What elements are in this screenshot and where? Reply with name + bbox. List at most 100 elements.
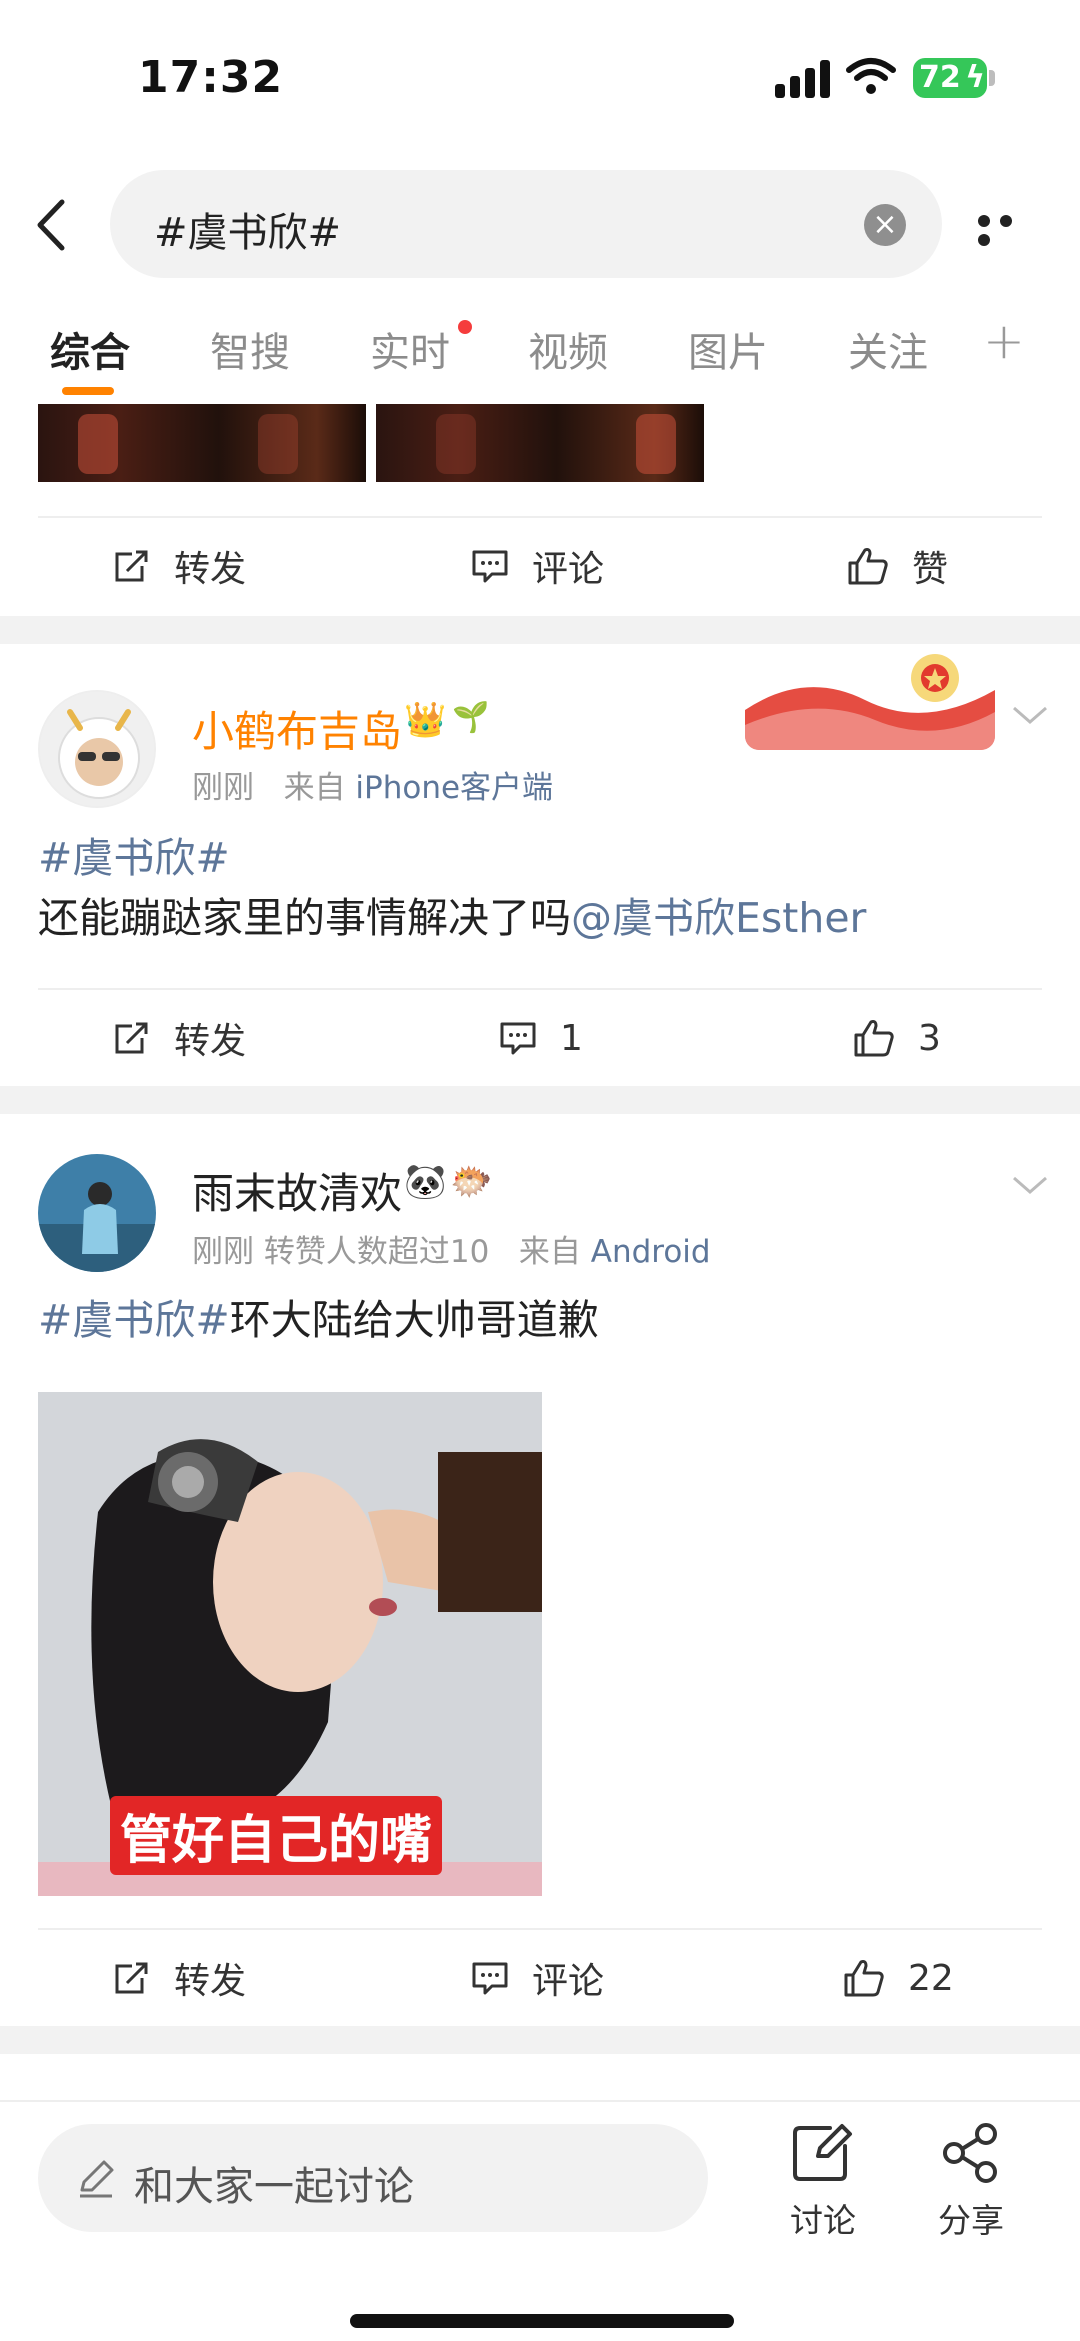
comment-icon	[472, 1962, 508, 1995]
post-card: 雨末故清欢 🐼 🐡 刚刚 转赞人数超过10 来自 Android #虞书欣#环大…	[0, 1114, 1080, 2026]
like-button[interactable]: 22	[842, 1930, 954, 2026]
flag-decoration-icon	[745, 650, 995, 750]
search-query: #虞书欣#	[154, 210, 342, 256]
share-label: 分享	[938, 2201, 1004, 2240]
discussion-input[interactable]: 和大家一起讨论	[38, 2124, 708, 2232]
bottom-bar: 和大家一起讨论 讨论 分享	[0, 2100, 1080, 2341]
more-options-icon[interactable]	[978, 212, 1042, 246]
tab-images[interactable]: 图片	[688, 320, 768, 378]
tab-video[interactable]: 视频	[528, 320, 608, 378]
close-circle-icon[interactable]: ×	[864, 204, 906, 246]
avatar[interactable]	[38, 690, 156, 808]
repost-label: 转发	[174, 1961, 247, 2002]
post-image[interactable]: 管好自己的嘴	[38, 1392, 542, 1896]
post-username[interactable]: 小鹤布吉岛	[192, 698, 402, 759]
home-indicator	[350, 2314, 734, 2328]
avatar[interactable]	[38, 1154, 156, 1272]
repost-label: 转发	[174, 549, 247, 590]
repost-button[interactable]: 转发	[112, 990, 246, 1086]
thumbs-up-icon	[844, 1960, 884, 1997]
chevron-down-icon[interactable]	[1010, 704, 1050, 728]
charging-icon: ϟ	[965, 60, 985, 95]
post-source: iPhone客户端	[355, 770, 554, 806]
topic-link[interactable]: #虞书欣#	[38, 1296, 230, 1344]
post-text: 还能蹦跶家里的事情解决了吗	[38, 894, 571, 942]
repost-icon	[115, 1962, 148, 1994]
thumbs-up-icon	[848, 548, 888, 585]
post-image-thumb[interactable]	[38, 404, 366, 482]
tab-smart-search[interactable]: 智搜	[210, 320, 290, 378]
decoration-banner	[745, 650, 995, 750]
comment-button[interactable]: 评论	[470, 1930, 604, 2026]
battery-level: 72	[919, 60, 961, 95]
post-body: #虞书欣# 还能蹦跶家里的事情解决了吗@虞书欣Esther	[38, 828, 866, 948]
tab-comprehensive[interactable]: 综合	[50, 320, 130, 378]
post-image-thumb[interactable]	[376, 404, 704, 482]
source-prefix: 来自	[518, 1234, 581, 1270]
repost-icon	[115, 550, 148, 582]
post-username[interactable]: 雨末故清欢	[192, 1160, 402, 1221]
post-meta: 刚刚 转赞人数超过10 来自 Android	[192, 1226, 711, 1271]
wifi-icon	[846, 58, 896, 94]
active-tab-indicator	[62, 387, 114, 395]
post-source: Android	[590, 1234, 711, 1270]
panda-badge-icon: 🐼	[404, 1162, 447, 1202]
like-label: 赞	[912, 549, 949, 590]
post-time: 刚刚	[192, 1234, 254, 1270]
new-content-dot	[458, 320, 472, 334]
source-prefix: 来自	[283, 770, 346, 806]
comment-icon	[500, 1022, 536, 1055]
comment-count: 1	[560, 1017, 583, 1059]
repost-button[interactable]: 转发	[112, 518, 246, 614]
comment-button[interactable]: 评论	[470, 518, 604, 614]
avatar-image	[38, 1154, 156, 1272]
share-button[interactable]: 分享	[916, 2122, 1026, 2242]
like-count: 22	[908, 1957, 954, 1999]
post-actions: 转发 评论 赞	[0, 518, 1080, 614]
tab-following[interactable]: 关注	[848, 320, 928, 378]
avatar-image	[40, 692, 154, 806]
like-button[interactable]: 赞	[846, 518, 948, 614]
post-meta: 刚刚 来自 iPhone客户端	[192, 762, 553, 807]
post-actions: 转发 评论 22	[0, 1930, 1080, 2026]
search-tabs: 综合 智搜 实时 视频 图片 关注 +	[0, 300, 1080, 404]
tab-realtime[interactable]: 实时	[370, 320, 450, 378]
pencil-icon	[80, 2160, 114, 2198]
like-button[interactable]: 3	[852, 990, 941, 1086]
comment-icon	[472, 550, 508, 583]
status-bar: 17:32 72 ϟ	[0, 0, 1080, 150]
image-caption: 管好自己的嘴	[110, 1796, 443, 1875]
post-actions: 转发 1 3	[0, 990, 1080, 1086]
add-tab-icon[interactable]: +	[983, 312, 1025, 370]
mention-link[interactable]: @虞书欣Esther	[571, 894, 866, 942]
post-extra: 转赞人数超过10	[263, 1234, 490, 1270]
discussion-placeholder: 和大家一起讨论	[134, 2164, 414, 2210]
comment-label: 评论	[532, 1961, 605, 2002]
comment-label: 评论	[532, 549, 605, 590]
compose-icon	[793, 2124, 852, 2181]
repost-label: 转发	[174, 1021, 247, 1062]
signal-icon	[775, 58, 833, 98]
comment-button[interactable]: 1	[498, 990, 583, 1086]
sprout-badge-icon: 🌱	[452, 700, 490, 735]
share-icon	[943, 2123, 997, 2183]
vip-crown-icon: 👑	[404, 700, 447, 740]
battery-icon: 72 ϟ	[913, 58, 987, 98]
post-text: 环大陆给大帅哥道歉	[229, 1296, 599, 1344]
search-input[interactable]: #虞书欣# ×	[110, 170, 942, 278]
post-time: 刚刚	[192, 770, 254, 806]
search-header: #虞书欣# ×	[0, 150, 1080, 300]
chevron-down-icon[interactable]	[1010, 1174, 1050, 1198]
post-card: 小鹤布吉岛 👑 🌱 刚刚 来自 iPhone客户端 #虞书欣# 还能蹦跶家里的事…	[0, 644, 1080, 1086]
status-time: 17:32	[138, 52, 284, 103]
post-body: #虞书欣#环大陆给大帅哥道歉	[38, 1290, 599, 1350]
discuss-label: 讨论	[790, 2201, 856, 2240]
repost-button[interactable]: 转发	[112, 1930, 246, 2026]
thumbs-up-icon	[854, 1020, 894, 1057]
back-arrow-icon[interactable]	[26, 190, 76, 260]
like-count: 3	[918, 1017, 941, 1059]
topic-link[interactable]: #虞书欣#	[38, 834, 230, 882]
pufferfish-badge-icon: 🐡	[450, 1162, 493, 1202]
discuss-button[interactable]: 讨论	[768, 2122, 878, 2242]
repost-icon	[115, 1022, 148, 1054]
